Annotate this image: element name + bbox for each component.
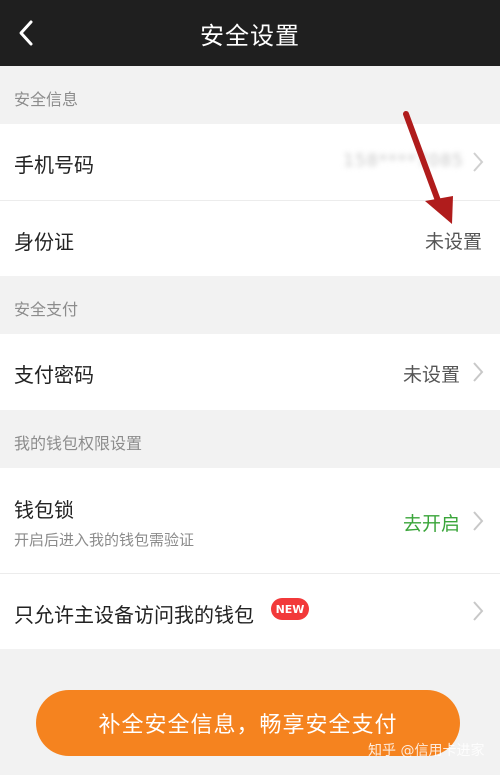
back-button[interactable]: [6, 8, 46, 58]
row-phone-title: 手机号码: [14, 153, 94, 177]
row-pay-password-title: 支付密码: [14, 363, 94, 387]
chevron-right-icon: [473, 601, 484, 621]
row-wallet-lock-subtitle: 开启后进入我的钱包需验证: [14, 531, 195, 549]
cta-label: 补全安全信息，畅享安全支付: [98, 713, 398, 738]
row-phone[interactable]: 手机号码 158****7085: [0, 124, 500, 200]
section-label-security-info: 安全信息: [14, 90, 79, 109]
chevron-right-icon: [473, 511, 484, 531]
chevron-right-icon: [473, 152, 484, 172]
row-main-device-title: 只允许主设备访问我的钱包: [14, 603, 254, 627]
watermark: 知乎 @信用卡进家: [368, 743, 485, 759]
section-label-security-payment: 安全支付: [14, 300, 79, 319]
chevron-left-icon: [19, 20, 33, 46]
row-phone-value: 158****7085: [343, 151, 464, 171]
row-main-device-only[interactable]: 只允许主设备访问我的钱包: [0, 574, 500, 649]
row-id-card-value: 未设置: [424, 231, 482, 253]
section-label-wallet-permissions: 我的钱包权限设置: [14, 434, 143, 453]
row-id-card[interactable]: 身份证 未设置: [0, 201, 500, 276]
chevron-right-icon: [473, 362, 484, 382]
new-badge: NEW: [271, 598, 309, 620]
row-pay-password[interactable]: 支付密码 未设置: [0, 334, 500, 410]
row-wallet-lock[interactable]: 钱包锁 开启后进入我的钱包需验证 去开启: [0, 468, 500, 573]
top-bar: 安全设置: [0, 0, 500, 66]
row-wallet-lock-title: 钱包锁: [14, 498, 74, 522]
row-id-card-title: 身份证: [14, 230, 74, 254]
page-title: 安全设置: [200, 21, 300, 50]
row-pay-password-value: 未设置: [402, 364, 460, 386]
enable-wallet-lock-link[interactable]: 去开启: [403, 509, 460, 536]
